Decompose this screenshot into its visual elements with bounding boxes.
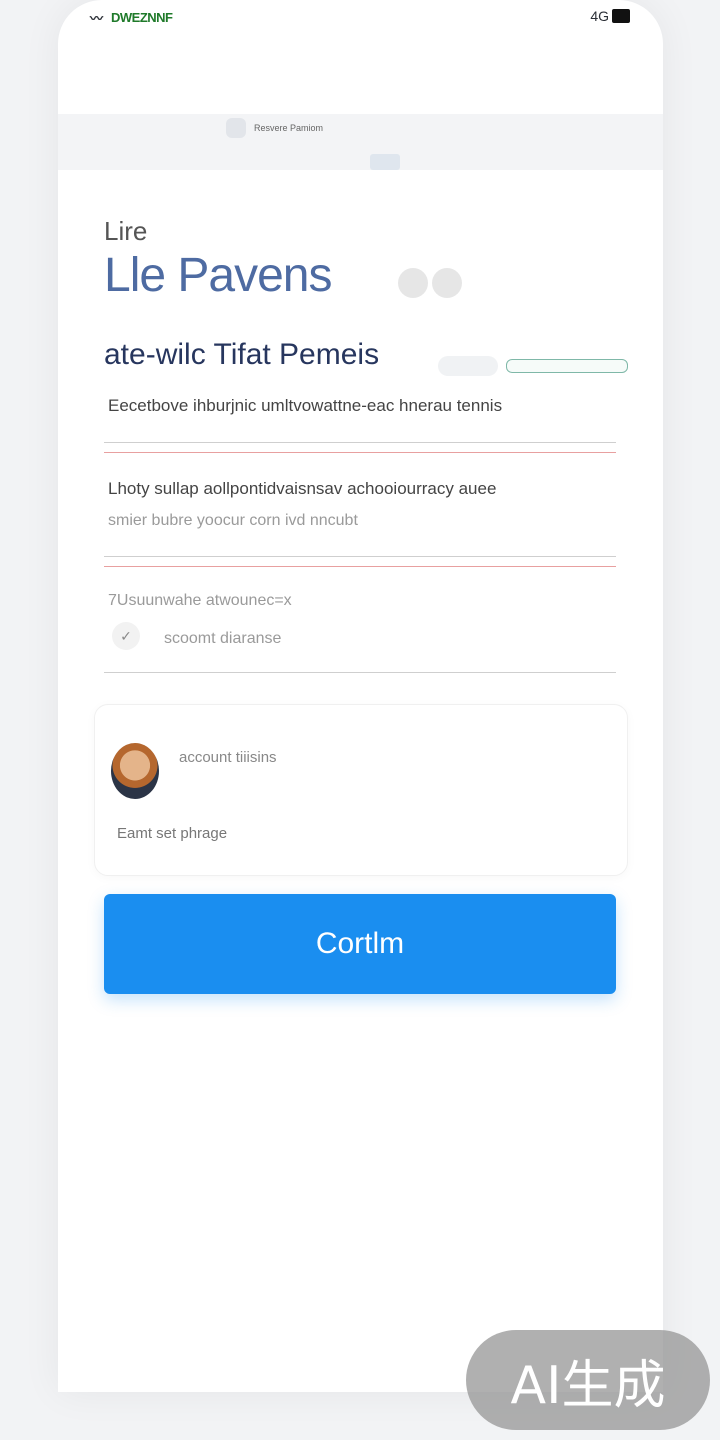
account-card[interactable]: account tiiisins Eamt set phrage: [94, 704, 628, 876]
field-divider-accent: [104, 566, 616, 567]
field-2-hint: smier bubre yoocur corn ivd nncubt: [108, 512, 358, 529]
field-divider: [104, 672, 616, 673]
carrier-label: DWEZNNF: [111, 10, 173, 25]
avatar: [111, 743, 159, 799]
field-divider-accent: [104, 452, 616, 453]
page-kicker: Lire: [104, 216, 148, 246]
confirm-button[interactable]: Cortlm: [104, 894, 616, 994]
title-decoration: [398, 268, 462, 298]
browser-toolbar: Resvere Pamiom: [58, 114, 663, 170]
page-title: Lle Pavens: [104, 249, 332, 302]
watermark: AI生成: [466, 1330, 710, 1430]
account-label: account tiiisins: [179, 749, 277, 766]
url-bar[interactable]: Resvere Pamiom: [226, 118, 446, 138]
checkbox-label: scoomt diaranse: [164, 630, 282, 647]
phone-screen: 〰 DWEZNNF 4G Resvere Pamiom Lire Lle Pav…: [58, 0, 663, 1392]
toolbar-marker: [370, 154, 400, 170]
field-3-label: 7Usuunwahe atwounec=x: [108, 592, 292, 609]
url-text: Resvere Pamiom: [254, 123, 324, 133]
battery-icon: [612, 9, 630, 23]
field-divider: [104, 442, 616, 443]
page-subtitle: ate-wilc Tifat Pemeis: [104, 338, 380, 371]
checkbox[interactable]: ✓: [112, 622, 140, 650]
header-toggle[interactable]: [438, 356, 628, 376]
phrase-label: Eamt set phrage: [117, 825, 228, 842]
signal-icon: 〰: [90, 11, 104, 26]
field-1-text[interactable]: Eecetbove ihburjnic umltvowattne-eac hne…: [108, 396, 502, 416]
field-2-text[interactable]: Lhoty sullap aollpontidvaisnsav achooiou…: [108, 479, 496, 499]
field-divider: [104, 556, 616, 557]
tab-icon: [226, 118, 246, 138]
network-label: 4G: [590, 8, 609, 24]
status-bar: 〰 DWEZNNF 4G: [90, 8, 630, 28]
